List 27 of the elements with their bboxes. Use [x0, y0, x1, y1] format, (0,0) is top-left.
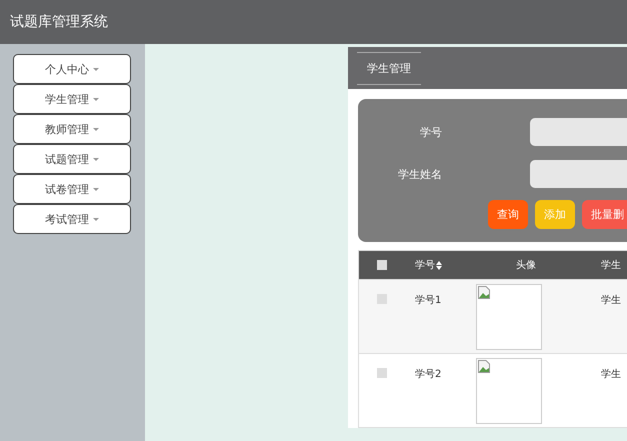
menu-item[interactable]: 学生管理 [13, 84, 131, 114]
table-cell-text: 学生 [600, 368, 621, 381]
app-title: 试题库管理系统 [10, 13, 108, 31]
menu-item[interactable]: 个人中心 [13, 54, 131, 84]
field-label: 学生姓名 [397, 166, 443, 182]
caret-icon [93, 218, 99, 220]
checkbox[interactable] [377, 294, 387, 304]
table-cell-text: 学号1 [414, 294, 442, 307]
checkbox[interactable] [377, 368, 387, 378]
caret-icon [93, 98, 99, 100]
menu-item[interactable]: 试题管理 [13, 144, 131, 174]
menu-item[interactable]: 试卷管理 [13, 174, 131, 204]
field-label: 学号 [419, 124, 443, 140]
table-cell-text: 学号2 [414, 368, 442, 381]
menu-item[interactable]: 考试管理 [13, 204, 131, 234]
column-header[interactable]: 学生 [591, 258, 621, 272]
caret-icon [93, 68, 99, 70]
caret-icon [93, 158, 99, 160]
table-cell-text: 学生 [600, 294, 621, 307]
checkbox[interactable] [377, 260, 387, 270]
caret-icon [93, 188, 99, 190]
sort-icon [436, 260, 442, 270]
column-header[interactable]: 头像 [461, 258, 591, 272]
column-header[interactable]: 学号 [405, 258, 461, 272]
panel-tab[interactable]: 学生管理 [357, 52, 421, 84]
caret-icon [93, 128, 99, 130]
menu-item[interactable]: 教师管理 [13, 114, 131, 144]
